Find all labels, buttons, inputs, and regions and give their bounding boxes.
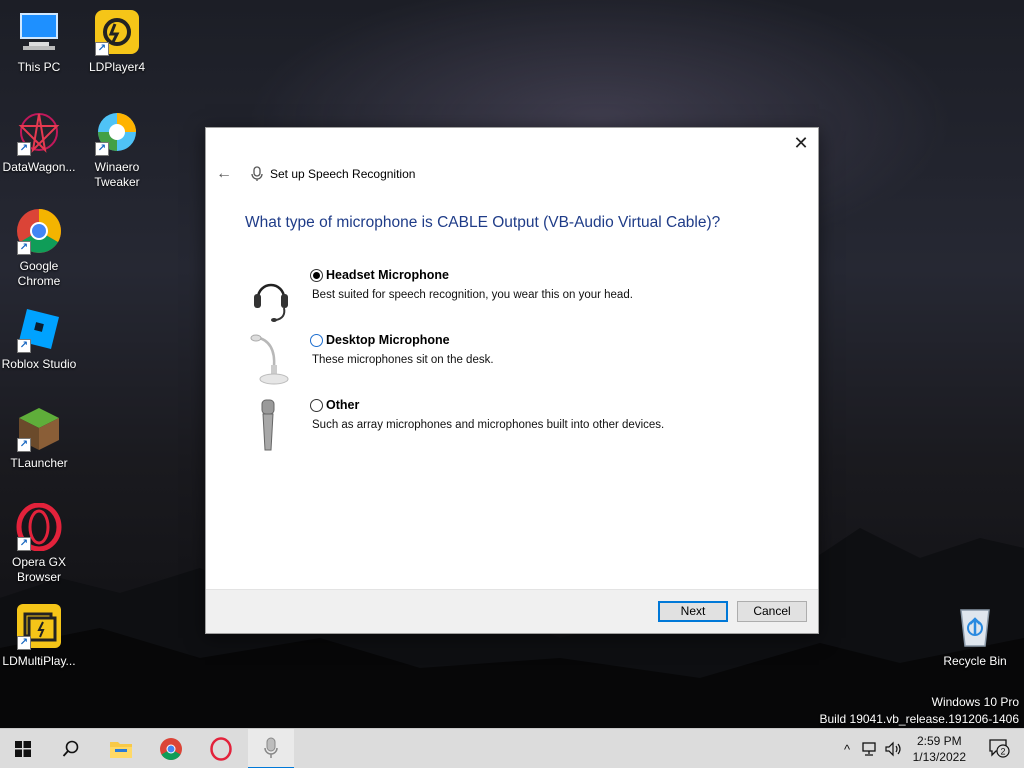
folder-icon — [110, 742, 132, 758]
microphone-icon — [264, 737, 278, 758]
recycle-bin-icon — [951, 602, 999, 650]
tlauncher-icon: ↗ — [15, 404, 63, 452]
shortcut-arrow-icon: ↗ — [17, 241, 31, 255]
radio-desktop[interactable] — [310, 333, 323, 347]
dialog-footer: Next Cancel — [206, 589, 818, 633]
desktop-icon-this-pc[interactable]: This PC — [0, 8, 78, 75]
ldplayer-icon: ↗ — [93, 8, 141, 56]
taskbar: ^ 2:59 PM 1/13/2022 2 — [0, 728, 1024, 768]
system-tray: ^ — [838, 729, 904, 768]
desktop-icon-opera-gx[interactable]: ↗ Opera GX Browser — [0, 502, 78, 585]
clock-date: 1/13/2022 — [912, 750, 966, 764]
taskbar-clock[interactable]: 2:59 PM 1/13/2022 — [913, 733, 966, 765]
shortcut-arrow-icon: ↗ — [17, 142, 31, 156]
opera-gx-icon: ↗ — [15, 502, 63, 552]
chrome-icon: ↗ — [15, 207, 63, 255]
desktop-icon-ldmultiplayer[interactable]: ↗ LDMultiPlay... — [0, 602, 78, 669]
desktop-icon-roblox-studio[interactable]: ↗ Roblox Studio — [0, 305, 78, 372]
desktop-microphone-icon — [250, 334, 289, 385]
desktop-icon-winaero-tweaker[interactable]: ↗ Winaero Tweaker — [78, 108, 156, 190]
search-button[interactable] — [48, 729, 94, 768]
desktop-icon-label: LDMultiPlay... — [2, 654, 76, 668]
dialog-title: Set up Speech Recognition — [270, 167, 416, 181]
datawagon-icon: ↗ — [15, 108, 63, 156]
taskbar-file-explorer[interactable] — [98, 729, 144, 768]
option-desktop[interactable]: Desktop Microphone These microphones sit… — [246, 333, 786, 391]
shortcut-arrow-icon: ↗ — [17, 537, 31, 551]
option-label: Desktop Microphone — [326, 333, 450, 347]
option-description: These microphones sit on the desk. — [312, 354, 494, 366]
desktop-icon-ldplayer4[interactable]: ↗ LDPlayer4 — [78, 8, 156, 75]
winaero-icon: ↗ — [93, 108, 141, 156]
windows-logo-icon — [15, 741, 31, 757]
start-button[interactable] — [0, 729, 46, 768]
close-button[interactable]: ✕ — [792, 134, 810, 152]
desktop-icon-label: Google Chrome — [17, 259, 61, 288]
dialog-header: ← Set up Speech Recognition — [216, 165, 415, 183]
microphone-type-question: What type of microphone is CABLE Output … — [245, 214, 721, 231]
desktop-icon-label: This PC — [17, 60, 61, 74]
opera-gx-icon — [210, 737, 232, 761]
clock-time: 2:59 PM — [916, 734, 962, 748]
desktop-icon-datawagon[interactable]: ↗ DataWagon... — [0, 108, 78, 175]
headset-microphone-icon — [254, 283, 288, 322]
option-description: Best suited for speech recognition, you … — [312, 289, 633, 301]
desktop-icon-label: DataWagon... — [2, 160, 76, 174]
network-icon[interactable] — [860, 741, 880, 757]
option-description: Such as array microphones and microphone… — [312, 419, 665, 431]
taskbar-opera-gx[interactable] — [198, 729, 244, 768]
cancel-button[interactable]: Cancel — [737, 601, 807, 622]
desktop-icon-tlauncher[interactable]: ↗ TLauncher — [0, 404, 78, 471]
notification-icon: 2 — [989, 739, 1010, 758]
option-label: Other — [326, 398, 360, 412]
taskbar-speech-recognition[interactable] — [248, 729, 294, 768]
microphone-icon — [251, 166, 263, 181]
shortcut-arrow-icon: ↗ — [17, 339, 31, 353]
next-button[interactable]: Next — [658, 601, 728, 622]
chevron-up-icon[interactable]: ^ — [838, 742, 856, 757]
desktop-icon-recycle-bin[interactable]: Recycle Bin — [936, 602, 1014, 669]
handheld-microphone-icon — [261, 399, 275, 451]
roblox-studio-icon: ↗ — [15, 305, 63, 353]
search-icon — [62, 740, 79, 757]
windows-build-watermark: Build 19041.vb_release.191206-1406 — [819, 712, 1020, 726]
speech-recognition-dialog: ✕ ← Set up Speech Recognition What type … — [205, 127, 819, 634]
shortcut-arrow-icon: ↗ — [95, 42, 109, 56]
radio-row[interactable]: Headset Microphone — [310, 268, 449, 282]
desktop-icon-label: LDPlayer4 — [88, 60, 146, 74]
radio-headset[interactable] — [310, 268, 323, 282]
desktop-icon-label: Recycle Bin — [943, 654, 1007, 668]
desktop-icon-label: Winaero Tweaker — [94, 160, 140, 189]
option-other[interactable]: Other Such as array microphones and micr… — [246, 398, 786, 456]
ldmultiplayer-icon: ↗ — [15, 602, 63, 650]
option-headset[interactable]: Headset Microphone Best suited for speec… — [246, 268, 786, 326]
option-label: Headset Microphone — [326, 268, 449, 282]
chrome-icon — [160, 738, 182, 760]
radio-row[interactable]: Desktop Microphone — [310, 333, 450, 347]
windows-edition-watermark: Windows 10 Pro — [931, 695, 1019, 709]
taskbar-chrome[interactable] — [148, 729, 194, 768]
notification-count: 2 — [1000, 747, 1005, 757]
volume-icon[interactable] — [884, 741, 904, 757]
desktop-icon-label: TLauncher — [10, 456, 68, 470]
shortcut-arrow-icon: ↗ — [17, 636, 31, 650]
shortcut-arrow-icon: ↗ — [17, 438, 31, 452]
shortcut-arrow-icon: ↗ — [95, 142, 109, 156]
this-pc-icon — [15, 8, 63, 56]
radio-other[interactable] — [310, 398, 323, 412]
back-arrow-icon[interactable]: ← — [216, 165, 238, 183]
radio-row[interactable]: Other — [310, 398, 359, 412]
desktop-icon-label: Roblox Studio — [1, 357, 77, 371]
desktop-icon-google-chrome[interactable]: ↗ Google Chrome — [0, 207, 78, 289]
desktop-icon-label: Opera GX Browser — [11, 555, 67, 584]
action-center-button[interactable]: 2 — [988, 738, 1010, 758]
